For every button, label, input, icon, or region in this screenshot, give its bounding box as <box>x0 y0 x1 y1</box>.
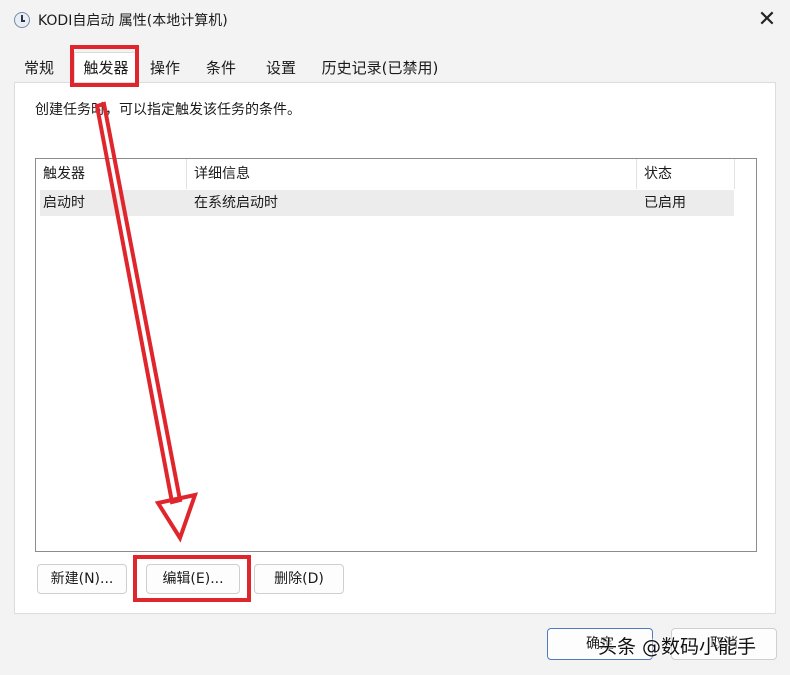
window-title: KODI自启动 属性(本地计算机) <box>38 13 228 29</box>
triggers-list[interactable]: 触发器 详细信息 状态 启动时 在系统启动时 已启用 <box>35 158 757 552</box>
title-bar: KODI自启动 属性(本地计算机) ✕ <box>0 0 790 40</box>
list-header: 触发器 详细信息 状态 <box>36 159 736 189</box>
triggers-tab-page: 创建任务时，可以指定触发该任务的条件。 触发器 详细信息 状态 启动时 在系统启… <box>14 82 776 614</box>
tab-actions[interactable]: 操作 <box>138 54 192 82</box>
new-button[interactable]: 新建(N)... <box>37 564 127 594</box>
delete-button[interactable]: 删除(D) <box>254 564 344 594</box>
cell-status: 已启用 <box>644 195 686 211</box>
table-row[interactable]: 启动时 在系统启动时 已启用 <box>40 190 734 216</box>
tab-settings[interactable]: 设置 <box>256 54 306 82</box>
cell-trigger: 启动时 <box>43 195 85 211</box>
tab-triggers[interactable]: 触发器 <box>74 52 138 82</box>
column-header-trigger[interactable]: 触发器 <box>36 159 187 189</box>
tab-history[interactable]: 历史记录(已禁用) <box>316 54 444 82</box>
tab-general[interactable]: 常规 <box>14 54 64 82</box>
tab-conditions[interactable]: 条件 <box>196 54 246 82</box>
column-header-details[interactable]: 详细信息 <box>187 159 637 189</box>
watermark-text: 头条 @数码小能手 <box>598 636 757 658</box>
description-text: 创建任务时，可以指定触发该任务的条件。 <box>35 102 301 118</box>
close-button[interactable]: ✕ <box>750 4 784 36</box>
cell-details: 在系统启动时 <box>194 195 278 211</box>
edit-button[interactable]: 编辑(E)... <box>146 564 240 594</box>
column-header-status[interactable]: 状态 <box>637 159 735 189</box>
clock-icon <box>14 12 30 28</box>
